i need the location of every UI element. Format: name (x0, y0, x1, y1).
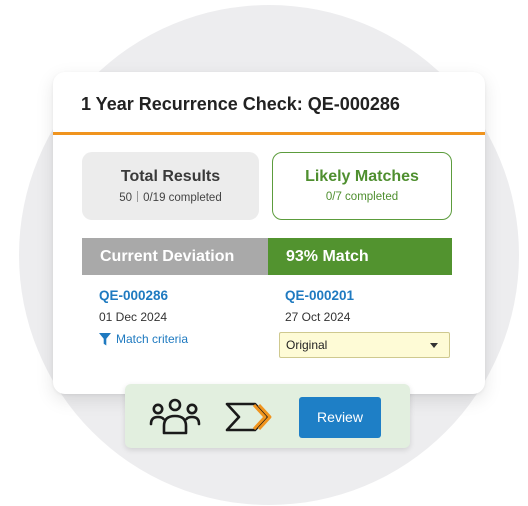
recurrence-check-card: 1 Year Recurrence Check: QE-000286 Total… (53, 72, 485, 394)
likely-matches-progress: 0/7 completed (325, 191, 399, 203)
current-deviation-header: Current Deviation (82, 238, 268, 275)
action-toolbar: Review (125, 384, 410, 448)
total-results-tile[interactable]: Total Results 50 0/19 completed (82, 152, 259, 220)
count-separator (137, 191, 139, 202)
match-status-select[interactable]: Original (279, 332, 450, 358)
likely-matches-title: Likely Matches (305, 168, 419, 185)
team-icon[interactable] (149, 398, 201, 436)
workflow-arrow-icon[interactable] (225, 402, 273, 432)
match-status-value: Original (286, 338, 328, 352)
chevron-down-icon (430, 343, 438, 348)
title-divider (53, 132, 485, 135)
match-record-id[interactable]: QE-000201 (285, 288, 354, 303)
match-criteria-link[interactable]: Match criteria (99, 332, 188, 346)
total-results-summary: 50 0/19 completed (82, 191, 259, 204)
total-results-count: 50 (119, 192, 133, 204)
match-record-date: 27 Oct 2024 (285, 310, 351, 324)
current-record-id[interactable]: QE-000286 (99, 288, 168, 303)
current-record-date: 01 Dec 2024 (99, 310, 168, 324)
likely-matches-tile[interactable]: Likely Matches 0/7 completed (272, 152, 452, 220)
card-title: 1 Year Recurrence Check: QE-000286 (81, 94, 400, 114)
review-button[interactable]: Review (299, 397, 381, 438)
match-criteria-label: Match criteria (116, 332, 189, 346)
match-percent-header: 93% Match (268, 238, 452, 275)
total-results-title: Total Results (120, 168, 221, 185)
filter-icon (99, 332, 111, 345)
total-results-progress: 0/19 completed (143, 192, 222, 204)
